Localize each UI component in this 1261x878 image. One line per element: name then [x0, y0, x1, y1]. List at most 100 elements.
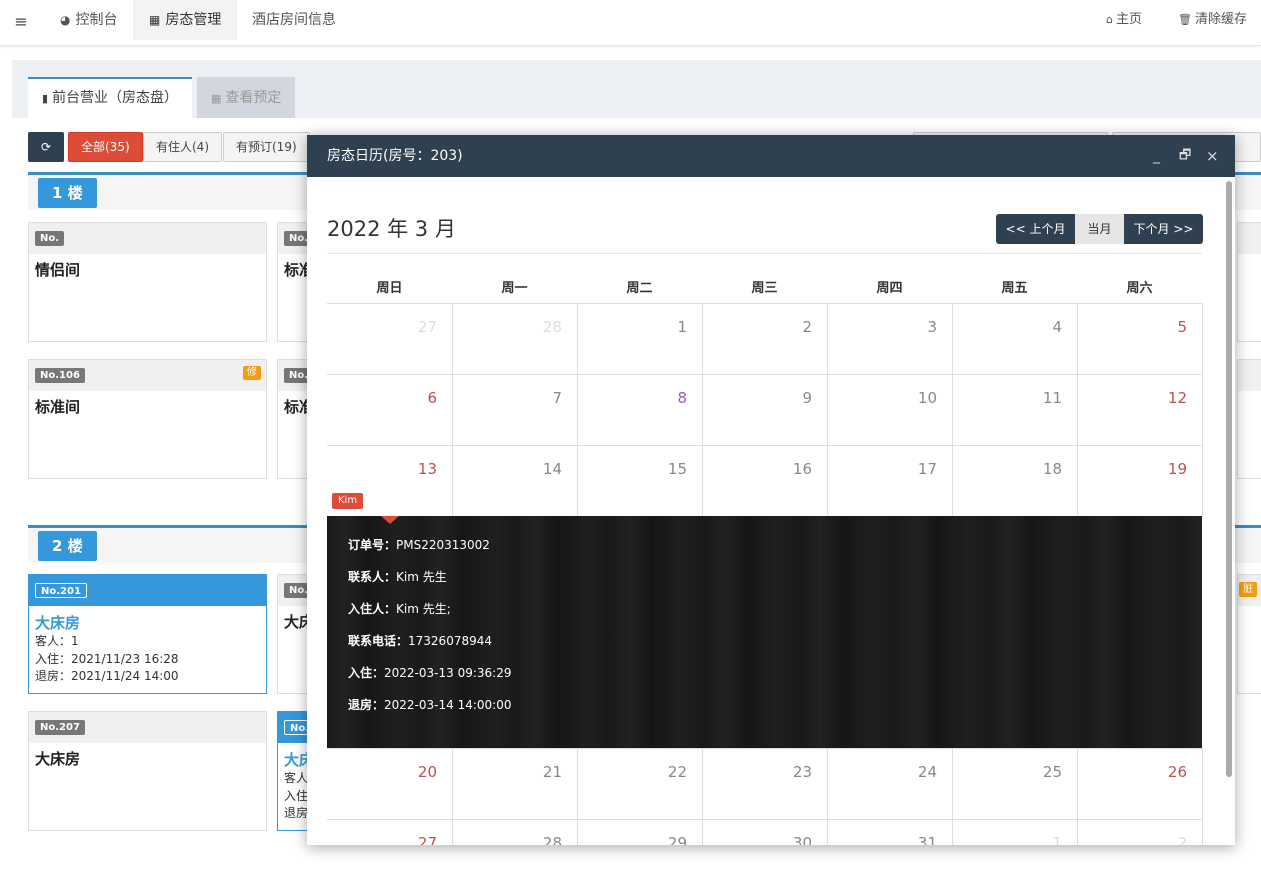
order-no-value: PMS220313002 — [396, 538, 490, 552]
dashboard-icon: ◕ — [60, 13, 71, 27]
dialog-header: 房态日历(房号：203) _ 🗗 × — [307, 135, 1235, 177]
calendar-day-cell[interactable]: 12 — [1077, 374, 1203, 446]
order-no-row: 订单号：PMS220313002 — [348, 536, 490, 553]
scrollbar[interactable] — [1226, 181, 1232, 777]
room-card[interactable] — [1237, 359, 1261, 479]
day-number: 12 — [1167, 389, 1187, 407]
calendar-day-cell[interactable]: 23 — [702, 748, 828, 820]
dialog-body: 2022 年 3 月 << 上个月 当月 下个月 >> 周日 周一 周二 周三 周四 周五… — [307, 177, 1235, 845]
calendar-day-cell[interactable]: 11 — [952, 374, 1078, 446]
room-guests: 客人：1 — [35, 634, 79, 648]
calendar-day-cell[interactable]: 29 — [577, 819, 703, 845]
day-number: 18 — [1042, 460, 1062, 478]
calendar-day-cell[interactable]: 17 — [827, 445, 953, 517]
guest-label: 入住人： — [348, 602, 397, 616]
weekday-label: 周三 — [751, 281, 778, 296]
room-number: No.207 — [35, 720, 85, 735]
refresh-button[interactable]: ⟳ — [28, 132, 64, 162]
calendar-day-cell[interactable]: 1 — [952, 819, 1078, 845]
calendar-day-cell[interactable]: 6 — [327, 374, 453, 446]
calendar-day-cell[interactable]: 21 — [452, 748, 578, 820]
reservation-event-badge[interactable]: Kim — [332, 493, 364, 509]
day-number: 6 — [427, 389, 437, 407]
checkin-label: 入住： — [348, 666, 385, 680]
order-no-label: 订单号： — [348, 538, 397, 552]
refresh-icon: ⟳ — [40, 140, 52, 154]
day-number: 1 — [1052, 834, 1062, 845]
calendar-day-cell[interactable]: 19 — [1077, 445, 1203, 517]
day-number: 26 — [1167, 763, 1187, 781]
calendar-day-cell[interactable]: 4 — [952, 303, 1078, 375]
maximize-icon[interactable]: 🗗 — [1179, 135, 1191, 177]
calendar-day-cell[interactable]: 8 — [577, 374, 703, 446]
filter-occupied-button[interactable]: 有住人(4) — [143, 132, 222, 162]
clear-cache-label: 清除缓存 — [1194, 12, 1247, 27]
nav-hotel-rooms[interactable]: 酒店房间信息 — [236, 0, 352, 40]
next-month-button[interactable]: 下个月 >> — [1124, 214, 1203, 244]
calendar-day-cell[interactable]: 1 — [577, 303, 703, 375]
calendar-day-cell[interactable]: 31 — [827, 819, 953, 845]
room-card-header: No. — [29, 223, 266, 254]
calendar-day-cell[interactable]: 13 Kim — [327, 445, 453, 517]
bars-icon[interactable]: ≡ — [10, 12, 32, 32]
maintenance-badge: 修 — [243, 366, 261, 380]
calendar-day-cell[interactable]: 15 — [577, 445, 703, 517]
home-link[interactable]: ⌂ 主页 — [1106, 0, 1142, 40]
calendar-day-cell[interactable]: 24 — [827, 748, 953, 820]
day-number: 24 — [917, 763, 937, 781]
room-card[interactable]: No.201 大床房 客人：1 入住：2021/11/23 16:28 退房：2… — [28, 574, 267, 694]
day-number: 3 — [927, 318, 937, 336]
contact-value: Kim 先生 — [396, 570, 447, 584]
calendar-day-cell[interactable]: 26 — [1077, 748, 1203, 820]
guest-value: Kim 先生; — [396, 602, 451, 616]
room-card[interactable]: 脏 — [1237, 574, 1261, 694]
calendar-day-cell[interactable]: 18 — [952, 445, 1078, 517]
prev-month-button[interactable]: << 上个月 — [996, 214, 1075, 244]
nav-room-status[interactable]: ▦ 房态管理 — [133, 0, 238, 40]
day-number: 25 — [1042, 763, 1062, 781]
day-number: 4 — [1052, 318, 1062, 336]
contact-row: 联系人：Kim 先生 — [348, 568, 447, 585]
calendar-day-cell[interactable]: 27 — [327, 819, 453, 845]
day-number: 27 — [417, 318, 437, 336]
trash-icon: 🗑 — [1178, 13, 1192, 26]
calendar-day-cell[interactable]: 5 — [1077, 303, 1203, 375]
calendar-day-cell[interactable]: 9 — [702, 374, 828, 446]
calendar-day-cell[interactable]: 28 — [452, 303, 578, 375]
home-label: 主页 — [1115, 12, 1142, 27]
day-number: 2 — [1177, 834, 1187, 845]
room-card-header — [1238, 223, 1261, 254]
calendar-day-cell[interactable]: 14 — [452, 445, 578, 517]
room-card[interactable] — [1237, 222, 1261, 342]
calendar-day-cell[interactable]: 27 — [327, 303, 453, 375]
calendar-day-cell[interactable]: 2 — [702, 303, 828, 375]
room-card-header: No.207 — [29, 712, 266, 743]
calendar-day-cell[interactable]: 30 — [702, 819, 828, 845]
filter-reserved-button[interactable]: 有预订(19) — [223, 132, 310, 162]
room-card[interactable]: No.106 修 标准间 — [28, 359, 267, 479]
nav-dashboard[interactable]: ◕ 控制台 — [44, 0, 133, 40]
tab-front-desk[interactable]: ▮ 前台营业（房态盘） — [28, 77, 193, 118]
calendar-day-cell[interactable]: 22 — [577, 748, 703, 820]
calendar-day-cell[interactable]: 20 — [327, 748, 453, 820]
filter-all-button[interactable]: 全部(35) — [68, 132, 143, 162]
current-month-button[interactable]: 当月 — [1075, 214, 1124, 244]
minimize-icon[interactable]: _ — [1153, 135, 1160, 177]
clear-cache-link[interactable]: 🗑 清除缓存 — [1178, 0, 1247, 40]
calendar-day-cell[interactable]: 2 — [1077, 819, 1203, 845]
calendar-day-cell[interactable]: 25 — [952, 748, 1078, 820]
calendar-day-cell[interactable]: 10 — [827, 374, 953, 446]
day-number: 9 — [802, 389, 812, 407]
pointer-arrow — [381, 516, 399, 524]
calendar-day-cell[interactable]: 16 — [702, 445, 828, 517]
calendar-day-cell[interactable]: 3 — [827, 303, 953, 375]
close-icon[interactable]: × — [1206, 135, 1219, 177]
room-card[interactable]: No. 情侣间 — [28, 222, 267, 342]
room-checkout: 退房 — [284, 806, 309, 820]
calendar-day-cell[interactable]: 7 — [452, 374, 578, 446]
day-number: 29 — [667, 834, 687, 845]
tab-reservations[interactable]: ▦ 查看预定 — [197, 77, 296, 118]
calendar-day-cell[interactable]: 28 — [452, 819, 578, 845]
room-card[interactable]: No.207 大床房 — [28, 711, 267, 831]
room-type: 标准间 — [35, 398, 81, 416]
